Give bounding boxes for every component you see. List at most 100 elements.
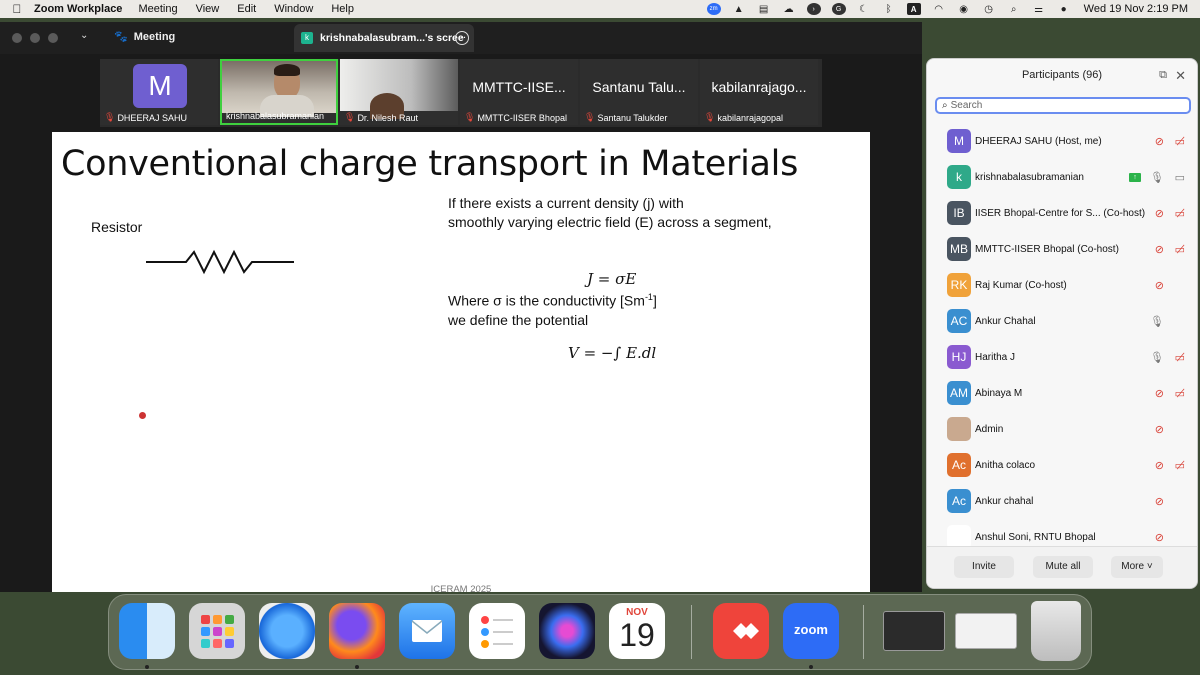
calendar-icon[interactable]: NOV 19 (609, 603, 665, 659)
video-tile-active-speaker[interactable]: krishnabalasubramanian (220, 59, 338, 125)
search-input[interactable]: ⌕ Search (935, 97, 1191, 114)
equation-ohm: J = σE (587, 270, 637, 288)
invite-button[interactable]: Invite (954, 556, 1014, 578)
drive-icon[interactable]: ▲ (732, 3, 746, 15)
wifi-icon[interactable]: ◠ (932, 3, 946, 15)
participant-row[interactable]: k krishnabalasubramanian ↑ 🎙 ▭ (927, 159, 1197, 195)
panel-title: Participants (96) (1021, 69, 1103, 81)
participant-row[interactable]: Ac Anitha colaco ⊘ ▭̸ (927, 447, 1197, 483)
finder-icon[interactable] (119, 603, 175, 659)
forward-icon[interactable]: › (806, 3, 821, 15)
mic-muted-icon[interactable]: ⊘ (1155, 207, 1164, 220)
participant-row[interactable]: IB IISER Bhopal-Centre for S... (Co-host)… (927, 195, 1197, 231)
zoom-status-icon[interactable]: zm (706, 3, 721, 15)
zoom-icon[interactable]: zoom (783, 603, 839, 659)
participant-row[interactable]: MB MMTTC-IISER Bhopal (Co-host) ⊘ ▭̸ (927, 231, 1197, 267)
firefox-icon[interactable] (329, 603, 385, 659)
mic-icon[interactable]: 🎙 (1150, 351, 1164, 364)
participant-row[interactable]: RK Raj Kumar (Co-host) ⊘ (927, 267, 1197, 303)
grammarly-icon[interactable]: G (831, 3, 846, 15)
mic-muted-icon[interactable]: ⊘ (1155, 279, 1164, 292)
participant-row[interactable]: M DHEERAJ SAHU (Host, me) ⊘ ▭̸ (927, 123, 1197, 159)
camera-off-icon[interactable]: ▭̸ (1175, 135, 1185, 148)
printer-icon[interactable]: ▤ (757, 3, 771, 15)
video-tile[interactable]: Santanu Talu... 🎙 Santanu Talukder (580, 59, 698, 125)
meeting-info[interactable]: 🐾 Meeting (114, 30, 175, 44)
participant-avatar: IB (947, 201, 971, 225)
participant-row[interactable]: AC Ankur Chahal 🎙 (927, 303, 1197, 339)
popout-icon[interactable]: ⧉ (1159, 59, 1167, 92)
avatar: M (133, 64, 187, 108)
siri-icon[interactable]: ● (1057, 3, 1071, 15)
participant-name: Anitha colaco (975, 459, 1036, 471)
input-source-icon[interactable]: A (906, 3, 921, 15)
participant-row[interactable]: AM Abinaya M ⊘ ▭̸ (927, 375, 1197, 411)
window-titlebar: ⌄ 🐾 Meeting k krishnabalasubram...'s scr… (0, 22, 922, 54)
reminders-icon[interactable] (469, 603, 525, 659)
menu-clock[interactable]: Wed 19 Nov 2:19 PM (1084, 3, 1188, 15)
minimize-window-button[interactable] (30, 33, 40, 43)
menu-edit[interactable]: Edit (237, 3, 256, 15)
slide-text: ] (652, 292, 657, 309)
chevron-down-icon[interactable]: ⌄ (80, 30, 88, 41)
mute-all-button[interactable]: Mute all (1033, 556, 1093, 578)
anydesk-icon[interactable] (713, 603, 769, 659)
mic-muted-icon[interactable]: ⊘ (1155, 531, 1164, 544)
search-icon[interactable]: ⌕ (1007, 3, 1021, 15)
dock: NOV 19 zoom (108, 594, 1092, 670)
video-tile[interactable]: M 🎙 DHEERAJ SAHU (100, 59, 218, 125)
mic-icon[interactable]: 🎙 (1150, 171, 1164, 184)
zoom-meeting-window: ⌄ 🐾 Meeting k krishnabalasubram...'s scr… (0, 22, 922, 595)
mic-muted-icon[interactable]: ⊘ (1155, 387, 1164, 400)
safari-icon[interactable] (259, 603, 315, 659)
mic-muted-icon: 🎙 (104, 112, 116, 122)
video-tile[interactable]: kabilanrajago... 🎙 kabilanrajagopal (700, 59, 818, 125)
menu-view[interactable]: View (196, 3, 220, 15)
menu-app-name[interactable]: Zoom Workplace (34, 3, 122, 15)
menu-window[interactable]: Window (274, 3, 313, 15)
camera-off-icon[interactable]: ▭̸ (1175, 387, 1185, 400)
trash-icon[interactable] (1031, 601, 1081, 661)
user-icon[interactable]: ◉ (957, 3, 971, 15)
mic-muted-icon[interactable]: ⊘ (1155, 243, 1164, 256)
slide-text: Where σ is the conductivity [Sm (448, 292, 645, 309)
camera-off-icon[interactable]: ▭̸ (1175, 459, 1185, 472)
participant-row[interactable]: Admin ⊘ (927, 411, 1197, 447)
more-options-icon[interactable]: ··· (455, 31, 469, 45)
video-tile[interactable]: MMTTC-IISE... 🎙 MMTTC-IISER Bhopal (460, 59, 578, 125)
close-window-button[interactable] (12, 33, 22, 43)
finder-window-thumbnail[interactable] (955, 613, 1017, 649)
siri-icon[interactable] (539, 603, 595, 659)
mic-muted-icon[interactable]: ⊘ (1155, 135, 1164, 148)
mic-muted-icon[interactable]: ⊘ (1155, 423, 1164, 436)
bluetooth-icon[interactable]: ᛒ (882, 3, 896, 15)
control-center-icon[interactable]: ⚌ (1032, 3, 1046, 15)
camera-off-icon[interactable]: ▭̸ (1175, 351, 1185, 364)
window-thumbnail[interactable] (883, 611, 945, 651)
zoom-window-button[interactable] (48, 33, 58, 43)
close-icon[interactable]: ✕ (1175, 59, 1186, 92)
mic-muted-icon[interactable]: ⊘ (1155, 495, 1164, 508)
tile-name-row: 🎙 DHEERAJ SAHU (104, 112, 187, 123)
camera-icon[interactable]: ▭ (1175, 171, 1185, 184)
time-machine-icon[interactable]: ◷ (982, 3, 996, 15)
participant-avatar: AM (947, 381, 971, 405)
screen-share-tab[interactable]: k krishnabalasubram...'s scree ··· (294, 24, 474, 52)
mic-icon[interactable]: 🎙 (1150, 315, 1164, 328)
video-tile[interactable]: 🎙 Dr. Nilesh Raut (340, 59, 458, 125)
menu-help[interactable]: Help (331, 3, 354, 15)
mic-muted-icon[interactable]: ⊘ (1155, 459, 1164, 472)
participant-row[interactable]: HJ Haritha J 🎙 ▭̸ (927, 339, 1197, 375)
mail-icon[interactable] (399, 603, 455, 659)
slide-line: we define the potential (448, 311, 589, 328)
moon-icon[interactable]: ☾ (857, 3, 871, 15)
participant-row[interactable]: Ac Ankur chahal ⊘ (927, 483, 1197, 519)
launchpad-icon[interactable] (189, 603, 245, 659)
more-button[interactable]: More ˅ (1111, 556, 1163, 578)
apple-menu-icon[interactable]:  (0, 2, 34, 16)
menu-meeting[interactable]: Meeting (138, 3, 177, 15)
camera-off-icon[interactable]: ▭̸ (1175, 243, 1185, 256)
participants-panel: Participants (96) ⧉ ✕ ⌕ Search M DHEERAJ … (926, 58, 1198, 589)
cloud-icon[interactable]: ☁ (782, 3, 796, 15)
camera-off-icon[interactable]: ▭̸ (1175, 207, 1185, 220)
